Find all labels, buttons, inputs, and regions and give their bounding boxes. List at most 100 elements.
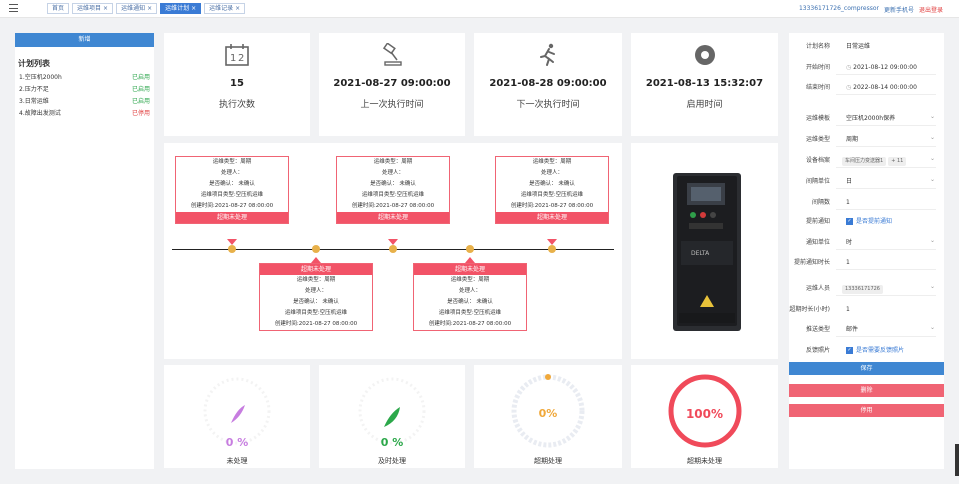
stat-card-next-exec: 2021-08-28 09:00:00 下一次执行时间	[474, 33, 622, 136]
checkbox-checked-icon: ✓	[846, 347, 853, 354]
svg-text:1: 1	[230, 53, 236, 64]
close-icon[interactable]: ×	[103, 5, 108, 12]
type-select[interactable]: 周期	[836, 133, 936, 147]
close-icon[interactable]: ×	[147, 5, 152, 12]
plan-name: 4.故障出发测试	[19, 110, 61, 117]
event-status-tag: 超期未处理	[337, 212, 449, 223]
timeline-dot[interactable]	[548, 245, 556, 253]
menu-toggle-icon[interactable]	[9, 4, 18, 12]
form-row-person: 运维人员 13336171726	[789, 282, 944, 296]
tab-bar: 首页 运维项目 × 运维通知 × 运维计划 × 运维记录 ×	[47, 3, 246, 14]
logout-link[interactable]: 退出登录	[919, 5, 943, 14]
person-select[interactable]: 13336171726	[836, 282, 936, 296]
timeline-dot[interactable]	[312, 245, 320, 253]
tab-ops-project[interactable]: 运维项目 ×	[72, 3, 114, 14]
field-label: 推送类型	[805, 326, 830, 333]
form-row-notice-len: 提前通知时长 1	[789, 256, 944, 270]
device-chip[interactable]: 车间压力变送器1	[842, 157, 887, 166]
event-type: 运维类型：周期	[212, 159, 252, 165]
end-time-picker[interactable]: ◷ 2022-08-14 00:00:00	[836, 81, 936, 95]
tab-ops-notice[interactable]: 运维通知 ×	[116, 3, 158, 14]
field-label: 开始时间	[805, 64, 830, 71]
timeline-event-card[interactable]: 运维类型：周期 处理人： 是否确认： 未确认 运维项目类型:空压机运维 创建时间…	[495, 156, 609, 224]
push-type-select[interactable]: 邮件	[836, 323, 936, 337]
tab-ops-plan[interactable]: 运维计划 ×	[160, 3, 202, 14]
plan-list-panel: 新增 计划列表 1.空压机2000h 已启用 2.压力不足 已启用 3.日常运维 已启…	[15, 33, 154, 469]
tab-ops-record[interactable]: 运维记录 ×	[204, 3, 246, 14]
side-scroll-handle[interactable]	[955, 444, 959, 476]
timeline-event-card[interactable]: 超期未处理 运维类型：周期 处理人： 是否确认： 未确认 运维项目类型:空压机运…	[259, 263, 373, 331]
tab-label: 运维计划	[165, 5, 190, 12]
timeline-dot[interactable]	[228, 245, 236, 253]
timeline-event-card[interactable]: 超期未处理 运维类型：周期 处理人： 是否确认： 未确认 运维项目类型:空压机运…	[413, 263, 527, 331]
event-project-type: 运维项目类型:空压机运维	[284, 310, 348, 316]
form-row-interval-unit: 间隔单位 日	[789, 175, 944, 189]
plan-form-panel: 计划名称 日常运维 开始时间 ◷ 2021-08-12 09:00:00 结束时…	[789, 33, 944, 469]
form-row-interval: 间隔数 1	[789, 196, 944, 210]
event-type: 运维类型：周期	[373, 159, 413, 165]
user-phone: 13336171726_compressor	[798, 5, 879, 12]
interval-input[interactable]: 1	[836, 196, 936, 210]
delete-button[interactable]: 删除	[789, 384, 944, 397]
plan-list-item[interactable]: 2.压力不足 已启用	[15, 84, 154, 96]
plan-list-item[interactable]: 1.空压机2000h 已启用	[15, 72, 154, 84]
progress-value: 0%	[538, 407, 558, 420]
stat-label: 执行次数	[218, 100, 255, 110]
start-time-value: 2021-08-12 09:00:00	[853, 64, 917, 71]
tab-home[interactable]: 首页	[47, 3, 70, 14]
event-project-type: 运维项目类型:空压机运维	[520, 192, 584, 198]
plan-list-item[interactable]: 4.故障出发测试 已停用	[15, 108, 154, 120]
plan-list: 1.空压机2000h 已启用 2.压力不足 已启用 3.日常运维 已启用 4.故障出发…	[15, 72, 154, 120]
overdue-input[interactable]: 1	[836, 303, 936, 317]
user-area: 13336171726_compressor 更新手机号 退出登录	[799, 5, 943, 14]
plan-name-input[interactable]: 日常运维	[836, 40, 936, 54]
progress-card-overdue-unprocessed: 100% 超期未处理	[631, 365, 778, 468]
event-status-tag: 超期未处理	[176, 212, 288, 223]
timeline-dot[interactable]	[389, 245, 397, 253]
event-handler: 处理人：	[381, 170, 404, 176]
close-icon[interactable]: ×	[235, 5, 240, 12]
advance-checkbox[interactable]: ✓ 是否提前通知	[836, 215, 936, 229]
progress-card-timely: 0 % 及时处理	[319, 365, 465, 468]
interval-unit-select[interactable]: 日	[836, 175, 936, 189]
event-created: 创建时间:2021-08-27 08:00:00	[510, 203, 594, 209]
notice-length-input[interactable]: 1	[836, 256, 936, 270]
plan-name: 3.日常运维	[19, 98, 49, 105]
stat-card-last-exec: 2021-08-27 09:00:00 上一次执行时间	[319, 33, 465, 136]
person-chip[interactable]: 13336171726	[842, 285, 883, 294]
device-select[interactable]: 车间压力变送器1 + 11	[836, 154, 936, 168]
form-row-overdue: 超期时长(小时) 1	[789, 303, 944, 317]
form-row-advance: 提前通知 ✓ 是否提前通知	[789, 215, 944, 229]
save-button[interactable]: 保存	[789, 362, 944, 375]
notice-unit-select[interactable]: 时	[836, 236, 936, 250]
pointer-arrow	[227, 239, 237, 245]
event-confirm: 是否确认： 未确认	[529, 181, 575, 187]
field-label: 设备档案	[805, 157, 830, 164]
stat-value: 2021-08-27 09:00:00	[333, 78, 451, 89]
form-row-notice-unit: 通知单位 时	[789, 236, 944, 250]
event-confirm: 是否确认： 未确认	[209, 181, 255, 187]
timeline-dot[interactable]	[466, 245, 474, 253]
progress-label: 超期处理	[534, 457, 562, 465]
add-plan-button[interactable]: 新增	[15, 33, 154, 47]
running-man-icon	[540, 43, 555, 66]
start-time-picker[interactable]: ◷ 2021-08-12 09:00:00	[836, 61, 936, 75]
change-phone-link[interactable]: 更新手机号	[884, 5, 914, 14]
disable-button[interactable]: 停用	[789, 404, 944, 417]
form-row-template: 运维模板 空压机2000h保养	[789, 112, 944, 126]
close-icon[interactable]: ×	[191, 5, 196, 12]
form-row-end: 结束时间 ◷ 2022-08-14 00:00:00	[789, 81, 944, 95]
checkbox-label: 是否提前通知	[856, 218, 893, 225]
svg-text:2: 2	[238, 53, 244, 64]
feedback-checkbox[interactable]: ✓ 是否需要反馈照片	[836, 344, 936, 358]
stat-label: 下一次执行时间	[516, 100, 580, 110]
form-row-start: 开始时间 ◷ 2021-08-12 09:00:00	[789, 61, 944, 75]
checkbox-label: 是否需要反馈照片	[856, 347, 905, 354]
timeline-event-card[interactable]: 运维类型：周期 处理人： 是否确认： 未确认 运维项目类型:空压机运维 创建时间…	[175, 156, 289, 224]
template-select[interactable]: 空压机2000h保养	[836, 112, 936, 126]
event-status-tag: 超期未处理	[414, 264, 526, 275]
field-label: 间隔数	[811, 199, 830, 206]
timeline-event-card[interactable]: 运维类型：周期 处理人： 是否确认： 未确认 运维项目类型:空压机运维 创建时间…	[336, 156, 450, 224]
plan-list-item[interactable]: 3.日常运维 已启用	[15, 96, 154, 108]
progress-label: 超期未处理	[687, 457, 722, 465]
